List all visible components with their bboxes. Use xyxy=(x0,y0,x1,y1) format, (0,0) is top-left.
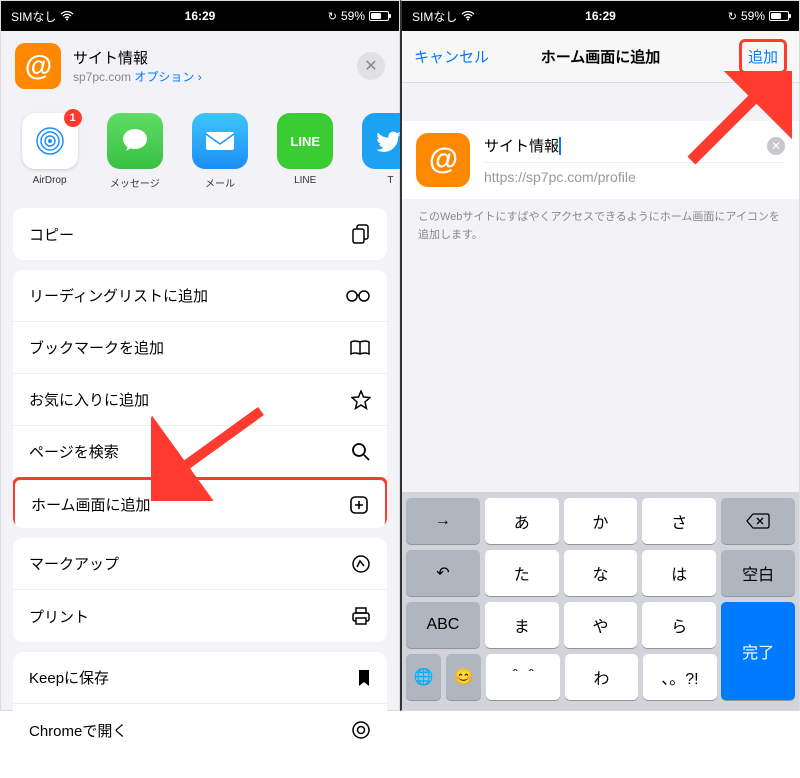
key[interactable]: ↶ xyxy=(406,550,480,596)
print-icon xyxy=(351,606,371,626)
key[interactable]: ま xyxy=(485,602,559,648)
clear-button[interactable]: ✕ xyxy=(767,137,785,155)
markup-icon xyxy=(351,554,371,574)
site-icon: @ xyxy=(15,43,61,89)
messages-app[interactable]: メッセージ xyxy=(92,113,177,190)
status-bar: SIMなし 16:29 ↻59% xyxy=(1,1,399,31)
close-button[interactable]: ✕ xyxy=(357,52,385,80)
share-title: サイト情報 xyxy=(73,47,345,68)
key[interactable]: な xyxy=(564,550,638,596)
copy-icon xyxy=(351,223,371,245)
key[interactable]: た xyxy=(485,550,559,596)
badge: 1 xyxy=(64,109,82,127)
bookmark-icon xyxy=(357,669,371,687)
bookmark-action[interactable]: ブックマークを追加 xyxy=(13,322,387,374)
mail-app[interactable]: メール xyxy=(177,113,262,190)
add-homescreen-action[interactable]: ホーム画面に追加 xyxy=(13,477,387,528)
form: @ サイト情報 ✕ https://sp7pc.com/profile xyxy=(402,121,799,199)
key[interactable]: → xyxy=(406,498,480,544)
key[interactable]: や xyxy=(564,602,638,648)
key[interactable]: は xyxy=(642,550,716,596)
key[interactable]: か xyxy=(564,498,638,544)
chrome-action[interactable]: Chromeで開く xyxy=(13,704,387,756)
keep-action[interactable]: Keepに保存 xyxy=(13,652,387,704)
plus-square-icon xyxy=(349,495,369,515)
title-input[interactable]: サイト情報 xyxy=(484,135,559,156)
options-link[interactable]: オプション › xyxy=(134,70,201,84)
airdrop-app[interactable]: 1 AirDrop xyxy=(7,113,92,190)
share-header: @ サイト情報 sp7pc.com オプション › ✕ xyxy=(1,31,399,101)
delete-key[interactable] xyxy=(721,498,795,544)
status-bar: SIMなし 16:29 ↻59% xyxy=(402,1,799,31)
globe-key[interactable]: 🌐 xyxy=(406,654,441,700)
key[interactable]: ら xyxy=(642,602,716,648)
key[interactable]: あ xyxy=(485,498,559,544)
star-icon xyxy=(351,390,371,410)
key[interactable]: ＾＾ xyxy=(486,654,559,700)
copy-action[interactable]: コピー xyxy=(13,208,387,260)
reading-list-action[interactable]: リーディングリストに追加 xyxy=(13,270,387,322)
chrome-icon xyxy=(351,720,371,740)
markup-action[interactable]: マークアップ xyxy=(13,538,387,590)
cancel-button[interactable]: キャンセル xyxy=(414,46,489,67)
site-icon: @ xyxy=(416,133,470,187)
key[interactable]: わ xyxy=(565,654,638,700)
key[interactable]: 、。?! xyxy=(643,654,716,700)
space-key[interactable]: 空白 xyxy=(721,550,795,596)
keyboard: → あ か さ ↶ た な は 空白 ABC ま や ら 完了 🌐 😊 ＾＾ わ… xyxy=(402,492,799,710)
app-row: 1 AirDrop メッセージ メール LINE LINE T xyxy=(1,101,399,208)
favorite-action[interactable]: お気に入りに追加 xyxy=(13,374,387,426)
find-action[interactable]: ページを検索 xyxy=(13,426,387,478)
abc-key[interactable]: ABC xyxy=(406,602,480,648)
search-icon xyxy=(351,442,371,462)
line-app[interactable]: LINE LINE xyxy=(263,113,348,190)
help-text: このWebサイトにすばやくアクセスできるようにホーム画面にアイコンを追加します。 xyxy=(402,199,799,254)
emoji-key[interactable]: 😊 xyxy=(446,654,481,700)
book-icon xyxy=(349,339,371,357)
key[interactable]: さ xyxy=(642,498,716,544)
add-button[interactable]: 追加 xyxy=(748,46,778,67)
print-action[interactable]: プリント xyxy=(13,590,387,642)
nav-bar: キャンセル ホーム画面に追加 追加 xyxy=(402,31,799,83)
url-text: https://sp7pc.com/profile xyxy=(484,169,785,185)
glasses-icon xyxy=(345,289,371,303)
